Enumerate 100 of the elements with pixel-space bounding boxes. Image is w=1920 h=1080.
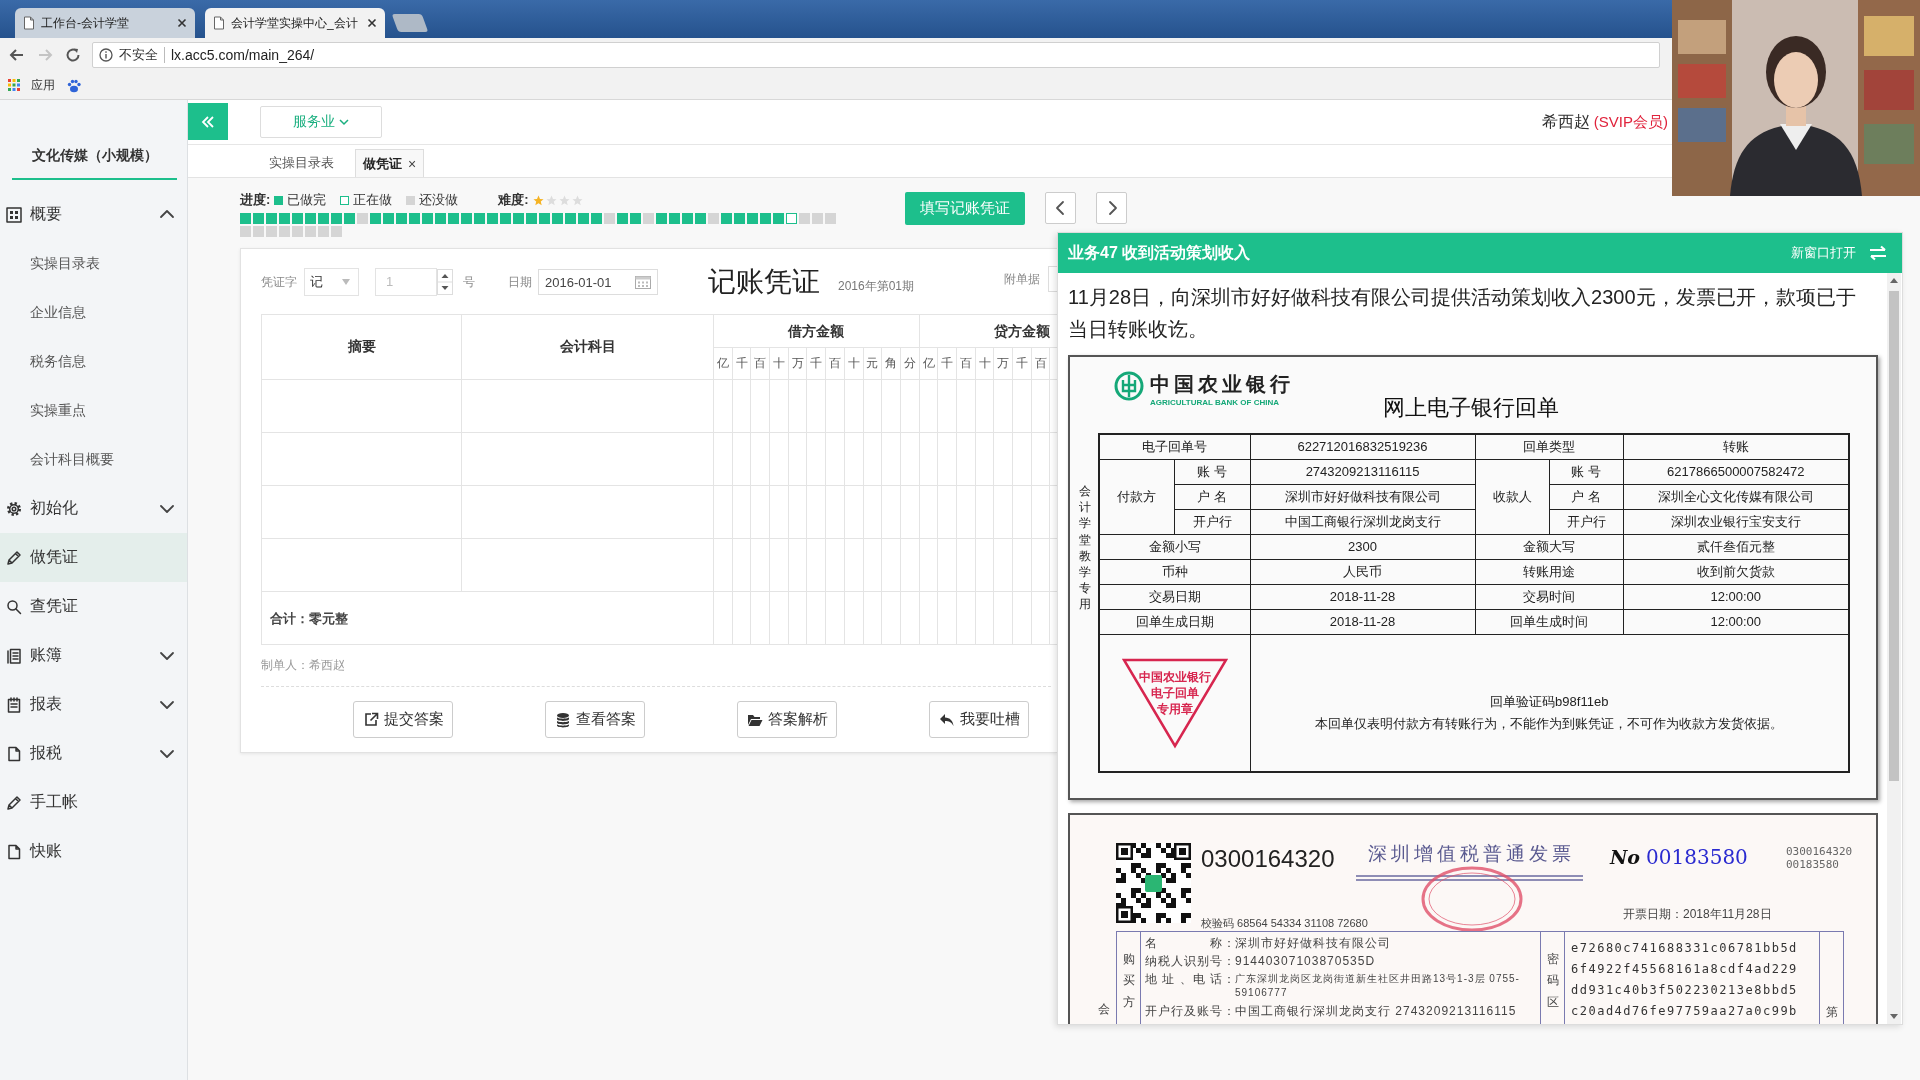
progress-square[interactable] <box>448 213 459 224</box>
progress-square[interactable] <box>370 213 381 224</box>
progress-square[interactable] <box>279 226 290 237</box>
next-button[interactable] <box>1096 192 1127 224</box>
progress-square[interactable] <box>461 213 472 224</box>
browser-tab[interactable]: 工作台-会计学堂 <box>15 8 195 38</box>
progress-square[interactable] <box>643 213 654 224</box>
progress-square[interactable] <box>760 213 771 224</box>
progress-square[interactable] <box>617 213 628 224</box>
progress-square[interactable] <box>825 213 836 224</box>
page-tab[interactable]: 实操目录表 <box>262 149 341 177</box>
progress-square[interactable] <box>474 213 485 224</box>
scroll-up-icon[interactable] <box>1890 277 1898 283</box>
progress-square[interactable] <box>266 226 277 237</box>
paw-icon[interactable] <box>67 78 81 93</box>
info-icon[interactable] <box>99 48 113 62</box>
new-tab-button[interactable] <box>391 14 429 32</box>
scrollbar[interactable] <box>1887 273 1901 1024</box>
progress-square[interactable] <box>331 213 342 224</box>
progress-square[interactable] <box>721 213 732 224</box>
progress-square[interactable] <box>305 213 316 224</box>
page-icon <box>213 16 225 30</box>
sidebar-subitem[interactable]: 税务信息 <box>0 337 187 386</box>
calendar-icon[interactable] <box>635 275 651 289</box>
progress-square[interactable] <box>786 213 797 224</box>
progress-square[interactable] <box>357 213 368 224</box>
progress-square[interactable] <box>812 213 823 224</box>
progress-square[interactable] <box>240 226 251 237</box>
progress-square[interactable] <box>409 213 420 224</box>
voucher-type-select[interactable]: 记 <box>304 268 359 296</box>
progress-square[interactable] <box>773 213 784 224</box>
progress-square[interactable] <box>240 213 251 224</box>
progress-square[interactable] <box>292 226 303 237</box>
sidebar-item[interactable]: 报税 <box>0 729 187 778</box>
progress-square[interactable] <box>253 213 264 224</box>
sidebar-subitem[interactable]: 实操目录表 <box>0 239 187 288</box>
progress-square[interactable] <box>539 213 550 224</box>
progress-square[interactable] <box>266 213 277 224</box>
progress-square[interactable] <box>695 213 706 224</box>
address-field[interactable]: 不安全 lx.acc5.com/main_264/ <box>92 42 1660 68</box>
progress-square[interactable] <box>552 213 563 224</box>
apps-bookmark[interactable]: 应用 <box>8 77 55 94</box>
sidebar-item[interactable]: 概要 <box>0 190 187 239</box>
sidebar-item[interactable]: 手工帐 <box>0 778 187 827</box>
progress-square[interactable] <box>383 213 394 224</box>
spinner-control[interactable] <box>437 269 453 295</box>
sidebar-subitem[interactable]: 会计科目概要 <box>0 435 187 484</box>
date-field[interactable]: 2016-01-01 <box>538 269 658 295</box>
reload-icon[interactable] <box>64 46 82 64</box>
progress-square[interactable] <box>799 213 810 224</box>
progress-square[interactable] <box>630 213 641 224</box>
progress-square[interactable] <box>305 226 316 237</box>
progress-square[interactable] <box>500 213 511 224</box>
progress-square[interactable] <box>734 213 745 224</box>
progress-square[interactable] <box>708 213 719 224</box>
sidebar-subitem[interactable]: 企业信息 <box>0 288 187 337</box>
sidebar-item[interactable]: 快账 <box>0 827 187 876</box>
progress-square[interactable] <box>435 213 446 224</box>
browser-tab[interactable]: 会计学堂实操中心_会计 <box>205 8 385 38</box>
scroll-down-icon[interactable] <box>1890 1014 1898 1020</box>
progress-square[interactable] <box>565 213 576 224</box>
previous-button[interactable] <box>1045 192 1076 224</box>
progress-square[interactable] <box>591 213 602 224</box>
progress-square[interactable] <box>422 213 433 224</box>
action-button[interactable]: 答案解析 <box>737 701 837 738</box>
sidebar-item[interactable]: 账簿 <box>0 631 187 680</box>
progress-square[interactable] <box>396 213 407 224</box>
swap-icon[interactable] <box>1868 245 1888 261</box>
progress-square[interactable] <box>656 213 667 224</box>
sidebar-item[interactable]: 查凭证 <box>0 582 187 631</box>
progress-square[interactable] <box>279 213 290 224</box>
progress-square[interactable] <box>487 213 498 224</box>
close-icon[interactable] <box>177 18 187 28</box>
action-button[interactable]: 提交答案 <box>353 701 453 738</box>
progress-square[interactable] <box>747 213 758 224</box>
progress-square[interactable] <box>526 213 537 224</box>
table-cell: 户 名 <box>1174 484 1250 509</box>
progress-square[interactable] <box>578 213 589 224</box>
sidebar-item[interactable]: 报表 <box>0 680 187 729</box>
progress-square[interactable] <box>604 213 615 224</box>
progress-square[interactable] <box>292 213 303 224</box>
collapse-button[interactable] <box>188 103 228 140</box>
sidebar-subitem[interactable]: 实操重点 <box>0 386 187 435</box>
action-button[interactable]: 我要吐槽 <box>929 701 1029 738</box>
progress-square[interactable] <box>669 213 680 224</box>
progress-square[interactable] <box>682 213 693 224</box>
close-icon[interactable] <box>367 18 377 28</box>
progress-square[interactable] <box>253 226 264 237</box>
field-label: 日期 <box>508 273 532 291</box>
progress-square[interactable] <box>318 213 329 224</box>
progress-square[interactable] <box>344 213 355 224</box>
page-tab[interactable]: 做凭证 × <box>355 149 425 177</box>
scrollbar-thumb[interactable] <box>1889 291 1899 781</box>
sidebar-item[interactable]: 初始化 <box>0 484 187 533</box>
close-button[interactable]: × <box>408 155 417 172</box>
sidebar-item[interactable]: 做凭证 <box>0 533 187 582</box>
progress-square[interactable] <box>331 226 342 237</box>
progress-square[interactable] <box>318 226 329 237</box>
action-button[interactable]: 查看答案 <box>545 701 645 738</box>
progress-square[interactable] <box>513 213 524 224</box>
